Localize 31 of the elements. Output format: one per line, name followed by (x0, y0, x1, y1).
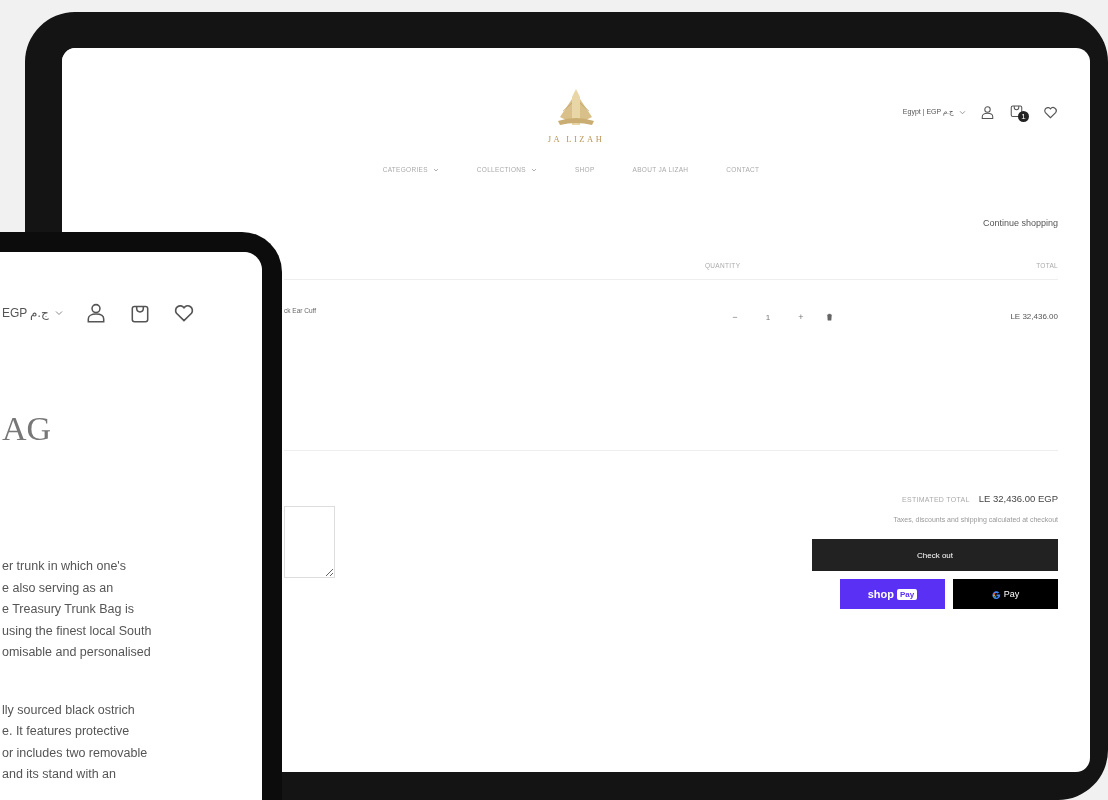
currency-selector[interactable]: EGP ج.م (2, 306, 63, 320)
chevron-down-icon (959, 109, 966, 115)
cart-icon (1009, 102, 1024, 118)
increase-button[interactable]: + (784, 312, 818, 322)
remove-button[interactable] (826, 313, 833, 321)
wishlist-icon (1043, 104, 1058, 120)
line-total: LE 32,436.00 (1009, 312, 1058, 321)
chevron-down-icon (54, 310, 63, 316)
trash-icon (826, 313, 833, 321)
wishlist-button[interactable] (172, 302, 195, 324)
chevron-down-icon (432, 167, 439, 172)
wishlist-button[interactable] (1043, 104, 1058, 120)
g-logo-icon (991, 589, 1001, 599)
decrease-button[interactable]: − (718, 312, 752, 322)
shop-pay-button[interactable]: shop Pay (840, 579, 945, 609)
product-title: AG (2, 412, 53, 446)
account-icon (980, 104, 995, 120)
product-description: lly sourced black ostrich e. It features protective or includes two removable and its stand with an (2, 701, 149, 783)
continue-shopping-link[interactable]: Continue shopping (982, 218, 1058, 228)
quantity-value: 1 (764, 312, 772, 322)
estimated-total-amount: LE 32,436.00 EGP (978, 493, 1058, 504)
order-note-field[interactable] (284, 506, 335, 578)
checkout-button[interactable]: Check out (812, 539, 1058, 571)
chevron-down-icon (530, 167, 537, 172)
cart-count-badge: 1 (1018, 110, 1029, 122)
brand-logo-text: JA LIZAH (547, 134, 605, 144)
product-description: er trunk in which one's e also serving as an e Treasury Trunk Bag is using the finest local South omisable and personalised (2, 558, 153, 661)
wishlist-icon (172, 302, 195, 324)
cart-button[interactable]: 1 (1009, 102, 1029, 122)
google-pay-button[interactable]: Pay (953, 579, 1058, 609)
account-button[interactable] (980, 104, 995, 120)
